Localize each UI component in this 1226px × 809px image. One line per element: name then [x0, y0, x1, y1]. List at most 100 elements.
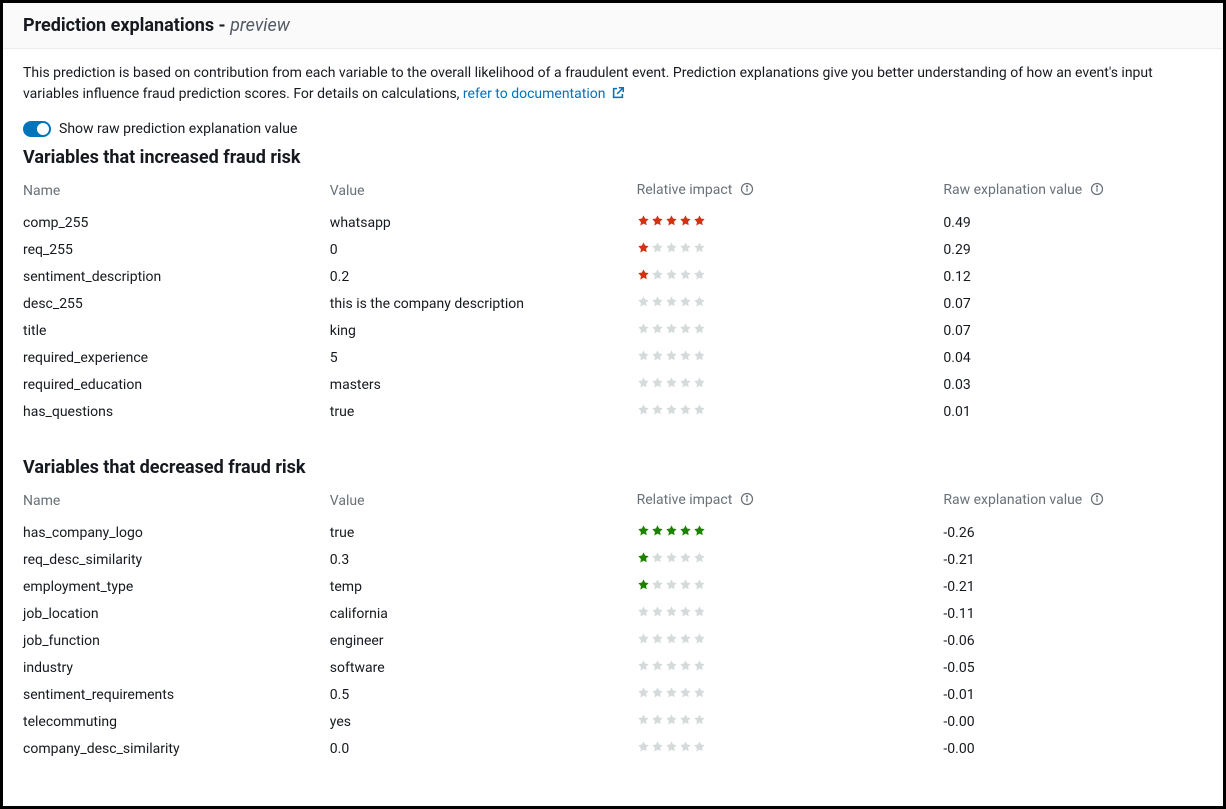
documentation-link-text: refer to documentation [463, 86, 606, 102]
variable-value: 0.5 [330, 681, 637, 708]
variable-value: true [330, 519, 637, 547]
table-row: has_questionstrue0.01 [23, 398, 1203, 425]
decreased-table: Name Value Relative impact Raw explanati… [23, 486, 1203, 762]
variable-name: has_questions [23, 398, 330, 425]
raw-value: 0.01 [943, 398, 1203, 425]
raw-value: 0.29 [943, 236, 1203, 263]
variable-name: has_company_logo [23, 519, 330, 547]
relative-impact [637, 735, 944, 762]
panel-title-prefix: Prediction explanations - [23, 15, 230, 36]
variable-name: req_255 [23, 236, 330, 263]
star-rating [637, 659, 706, 672]
raw-value: 0.03 [943, 371, 1203, 398]
relative-impact [637, 290, 944, 317]
col-impact-header: Relative impact [637, 176, 944, 209]
raw-value: -0.26 [943, 519, 1203, 547]
variable-value: 5 [330, 344, 637, 371]
raw-value: -0.00 [943, 708, 1203, 735]
toggle-row: Show raw prediction explanation value [23, 121, 1203, 137]
raw-value: -0.21 [943, 573, 1203, 600]
table-row: titleking0.07 [23, 317, 1203, 344]
variable-name: sentiment_description [23, 263, 330, 290]
col-impact-label: Relative impact [637, 492, 733, 508]
raw-value: -0.21 [943, 546, 1203, 573]
relative-impact [637, 263, 944, 290]
documentation-link[interactable]: refer to documentation [463, 86, 625, 102]
variable-name: req_desc_similarity [23, 546, 330, 573]
info-icon[interactable] [1090, 182, 1104, 200]
variable-value: whatsapp [330, 209, 637, 237]
panel-header: Prediction explanations - preview [3, 3, 1223, 49]
raw-value: -0.01 [943, 681, 1203, 708]
table-row: telecommutingyes -0.00 [23, 708, 1203, 735]
table-row: required_educationmasters 0.03 [23, 371, 1203, 398]
col-raw-header: Raw explanation value [943, 176, 1203, 209]
variable-name: comp_255 [23, 209, 330, 237]
variable-name: required_education [23, 371, 330, 398]
variable-name: company_desc_similarity [23, 735, 330, 762]
table-row: req_2550 0.29 [23, 236, 1203, 263]
table-row: job_functionengineer-0.06 [23, 627, 1203, 654]
col-raw-header: Raw explanation value [943, 486, 1203, 519]
variable-value: yes [330, 708, 637, 735]
raw-value: -0.06 [943, 627, 1203, 654]
relative-impact [637, 654, 944, 681]
raw-value: 0.49 [943, 209, 1203, 237]
relative-impact [637, 681, 944, 708]
relative-impact [637, 708, 944, 735]
info-icon[interactable] [740, 492, 754, 510]
variable-value: 0 [330, 236, 637, 263]
variable-value: software [330, 654, 637, 681]
star-rating [637, 349, 706, 362]
toggle-label: Show raw prediction explanation value [59, 121, 297, 137]
raw-value: -0.11 [943, 600, 1203, 627]
variable-name: telecommuting [23, 708, 330, 735]
variable-value: 0.0 [330, 735, 637, 762]
variable-value: engineer [330, 627, 637, 654]
col-value-header: Value [330, 486, 637, 519]
star-rating [637, 376, 706, 389]
table-row: comp_255whatsapp 0.49 [23, 209, 1203, 237]
variable-name: employment_type [23, 573, 330, 600]
info-icon[interactable] [1090, 492, 1104, 510]
table-row: employment_typetemp -0.21 [23, 573, 1203, 600]
variable-value: temp [330, 573, 637, 600]
raw-value: 0.12 [943, 263, 1203, 290]
col-raw-label: Raw explanation value [943, 492, 1082, 508]
col-name-header: Name [23, 176, 330, 209]
variable-name: job_location [23, 600, 330, 627]
relative-impact [637, 600, 944, 627]
show-raw-toggle[interactable] [23, 121, 51, 137]
variable-name: industry [23, 654, 330, 681]
panel-title-suffix: preview [230, 15, 290, 36]
decreased-heading: Variables that decreased fraud risk [23, 457, 1203, 478]
star-rating [637, 578, 706, 591]
table-header-row: Name Value Relative impact Raw explanati… [23, 486, 1203, 519]
variable-name: sentiment_requirements [23, 681, 330, 708]
relative-impact [637, 209, 944, 237]
variable-value: 0.3 [330, 546, 637, 573]
variable-value: california [330, 600, 637, 627]
star-rating [637, 322, 706, 335]
raw-value: -0.05 [943, 654, 1203, 681]
relative-impact [637, 627, 944, 654]
table-row: required_experience50.04 [23, 344, 1203, 371]
variable-value: masters [330, 371, 637, 398]
variable-value: 0.2 [330, 263, 637, 290]
table-row: company_desc_similarity0.0-0.00 [23, 735, 1203, 762]
relative-impact [637, 573, 944, 600]
raw-value: 0.04 [943, 344, 1203, 371]
star-rating [637, 551, 706, 564]
panel-title: Prediction explanations - preview [23, 15, 290, 36]
info-icon[interactable] [740, 182, 754, 200]
toggle-knob [37, 123, 49, 135]
star-rating [637, 605, 706, 618]
table-row: job_locationcalifornia -0.11 [23, 600, 1203, 627]
table-row: has_company_logotrue -0.26 [23, 519, 1203, 547]
raw-value: 0.07 [943, 317, 1203, 344]
relative-impact [637, 519, 944, 547]
table-row: sentiment_description0.2 0.12 [23, 263, 1203, 290]
table-row: industrysoftware -0.05 [23, 654, 1203, 681]
col-name-header: Name [23, 486, 330, 519]
star-rating [637, 403, 706, 416]
